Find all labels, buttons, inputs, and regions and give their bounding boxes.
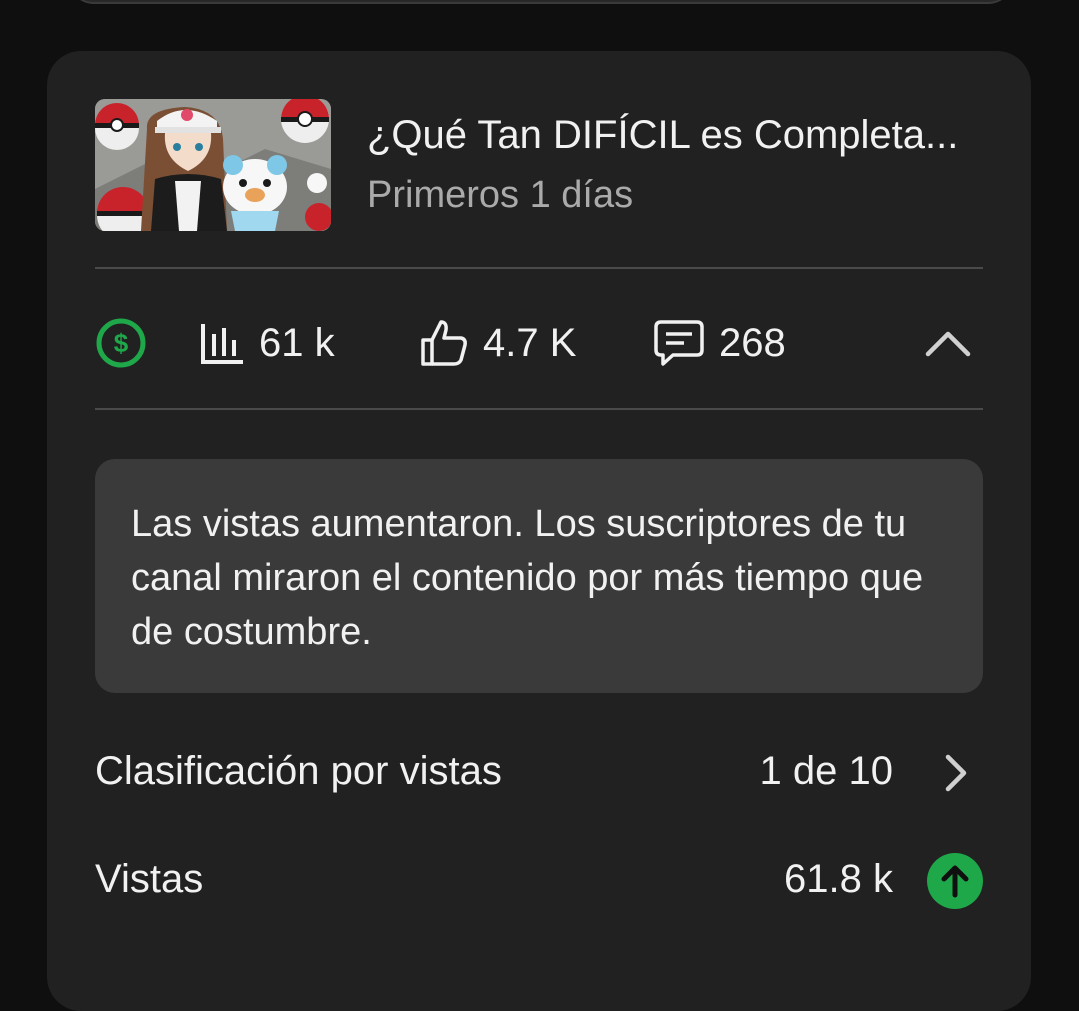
divider-bottom (95, 408, 983, 410)
insight-text: Las vistas aumentaron. Los suscriptores … (131, 503, 924, 653)
arrow-up-circle-icon (927, 853, 983, 909)
svg-text:$: $ (114, 328, 129, 358)
comments-stat[interactable]: 268 (653, 313, 786, 373)
insight-box: Las vistas aumentaron. Los suscriptores … (95, 459, 983, 693)
thumbnail-illustration (95, 99, 331, 231)
dollar-circle-icon: $ (96, 318, 146, 368)
previous-card-edge (68, 0, 1014, 4)
collapse-button[interactable] (925, 313, 971, 373)
likes-count: 4.7 K (483, 320, 577, 365)
thumbs-up-icon (421, 320, 467, 366)
monetization-stat[interactable]: $ (95, 313, 147, 373)
comment-icon (654, 320, 704, 366)
chevron-right-icon[interactable] (927, 745, 983, 801)
ranking-label: Clasificación por vistas (95, 749, 502, 793)
metric-row-ranking[interactable]: Clasificación por vistas 1 de 10 (95, 741, 983, 801)
stats-row: $ 61 k 4.7 K 268 (95, 313, 983, 373)
views-label: Vistas (95, 857, 204, 901)
video-performance-card: ¿Qué Tan DIFÍCIL es Completa... Primeros… (47, 51, 1031, 1011)
video-title[interactable]: ¿Qué Tan DIFÍCIL es Completa... (367, 111, 987, 159)
views-value: 61.8 k (784, 857, 893, 901)
views-count: 61 k (259, 320, 335, 365)
likes-stat[interactable]: 4.7 K (419, 313, 576, 373)
bar-chart-icon (201, 324, 243, 364)
comments-count: 268 (719, 320, 786, 365)
views-stat[interactable]: 61 k (199, 313, 335, 373)
ranking-value: 1 de 10 (759, 749, 893, 793)
divider-top (95, 267, 983, 269)
video-thumbnail[interactable] (95, 99, 331, 231)
metric-row-views[interactable]: Vistas 61.8 k (95, 849, 983, 909)
video-row[interactable]: ¿Qué Tan DIFÍCIL es Completa... Primeros… (95, 99, 985, 231)
video-period: Primeros 1 días (367, 174, 634, 216)
chevron-up-icon (925, 331, 971, 357)
